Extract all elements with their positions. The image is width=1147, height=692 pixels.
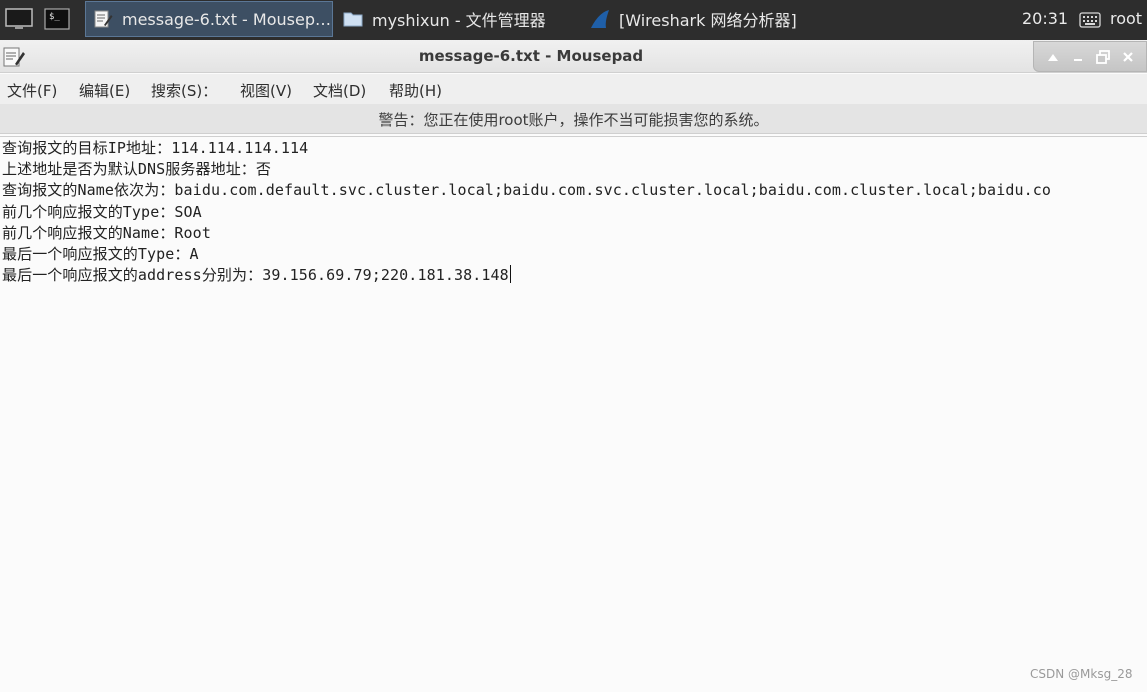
wireshark-fin-icon xyxy=(589,8,611,30)
root-warning-text: 警告：您正在使用root账户，操作不当可能损害您的系统。 xyxy=(378,111,769,129)
menu-file[interactable]: 文件(F) xyxy=(7,80,57,101)
editor-line[interactable]: 前几个响应报文的Type：SOA xyxy=(2,202,202,223)
user-menu[interactable]: root xyxy=(1110,9,1142,28)
editor-line[interactable]: 查询报文的Name依次为：baidu.com.default.svc.clust… xyxy=(2,180,1051,201)
task-label: [Wireshark 网络分析器] xyxy=(619,11,797,30)
minimize-button[interactable] xyxy=(1068,47,1088,67)
monitor-icon xyxy=(5,8,33,29)
restore-icon xyxy=(1095,49,1110,64)
task-label: message-6.txt - Mousep… xyxy=(122,9,331,29)
minimize-icon xyxy=(1073,58,1082,61)
text-caret xyxy=(509,265,511,283)
task-file-manager[interactable]: myshixun - 文件管理器 xyxy=(336,1,580,37)
menubar: 文件(F) 编辑(E) 搜索(S)： 视图(V) 文档(D) 帮助(H) xyxy=(0,74,1147,104)
arrow-up-icon xyxy=(1047,53,1058,61)
editor-line[interactable]: 上述地址是否为默认DNS服务器地址：否 xyxy=(2,159,271,180)
text-editor-area[interactable]: 查询报文的目标IP地址：114.114.114.114 上述地址是否为默认DNS… xyxy=(0,136,1147,692)
close-icon xyxy=(1122,51,1133,62)
menu-view[interactable]: 视图(V) xyxy=(240,80,292,101)
folder-icon xyxy=(342,8,364,30)
window-titlebar[interactable]: message-6.txt - Mousepad xyxy=(0,40,1147,73)
editor-line[interactable]: 前几个响应报文的Name：Root xyxy=(2,223,211,244)
editor-line[interactable]: 最后一个响应报文的Type：A xyxy=(2,244,199,265)
task-wireshark[interactable]: [Wireshark 网络分析器] xyxy=(583,1,831,37)
window-title: message-6.txt - Mousepad xyxy=(418,47,644,65)
terminal-icon: $_ xyxy=(44,8,70,30)
text-editor-icon xyxy=(92,8,114,30)
keyboard-layout-icon[interactable] xyxy=(1079,11,1101,33)
menu-search[interactable]: 搜索(S)： xyxy=(151,80,217,101)
close-button[interactable] xyxy=(1118,47,1138,67)
editor-line[interactable]: 查询报文的目标IP地址：114.114.114.114 xyxy=(2,138,308,159)
root-warning-bar: 警告：您正在使用root账户，操作不当可能损害您的系统。 xyxy=(0,104,1147,134)
terminal-launcher-button[interactable]: $_ xyxy=(40,4,74,34)
show-desktop-button[interactable] xyxy=(2,4,36,34)
menu-edit[interactable]: 编辑(E) xyxy=(79,80,130,101)
keep-above-button[interactable] xyxy=(1043,47,1063,67)
menu-document[interactable]: 文档(D) xyxy=(313,80,366,101)
taskbar: $_ message-6.txt - Mousep… myshixun - 文件… xyxy=(0,0,1147,40)
svg-text:$_: $_ xyxy=(49,12,60,22)
maximize-button[interactable] xyxy=(1093,47,1113,67)
watermark: CSDN @Mksg_28 xyxy=(1030,667,1133,681)
editor-line[interactable]: 最后一个响应报文的address分别为：39.156.69.79;220.181… xyxy=(2,265,511,286)
task-mousepad[interactable]: message-6.txt - Mousep… xyxy=(85,1,333,37)
menu-help[interactable]: 帮助(H) xyxy=(389,80,442,101)
task-label: myshixun - 文件管理器 xyxy=(372,11,546,30)
clock[interactable]: 20:31 xyxy=(1022,9,1068,28)
window-controls xyxy=(1033,41,1147,72)
